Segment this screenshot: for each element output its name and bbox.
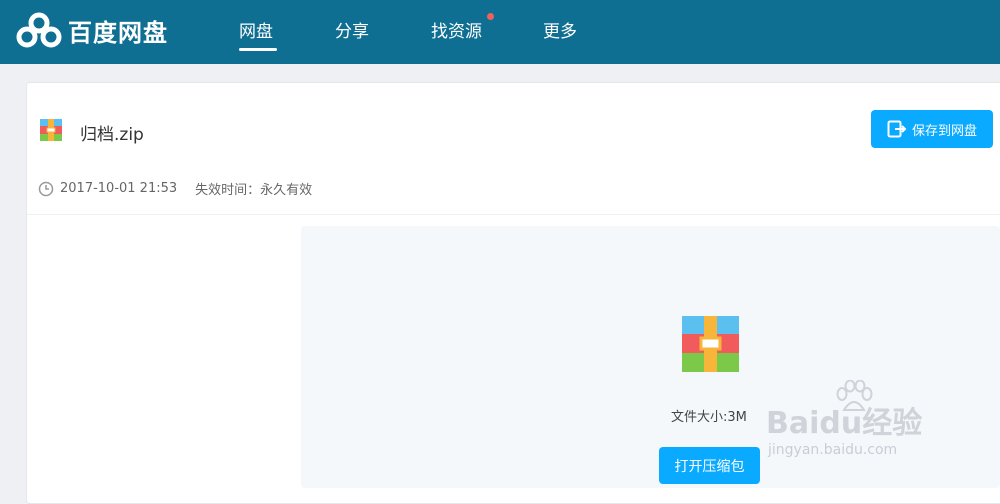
- logo-text: 百度网盘: [68, 18, 168, 47]
- nav-item-find-resources[interactable]: 找资源: [431, 17, 482, 42]
- file-name: 归档.zip: [80, 125, 144, 145]
- file-size: 文件大小:3M: [671, 410, 747, 425]
- share-date: 2017-10-01 21:53: [60, 181, 178, 196]
- top-navigation-bar: 百度网盘 网盘 分享 找资源 更多: [0, 0, 1000, 64]
- cloud-logo-icon: [16, 12, 62, 48]
- watermark-url: jingyan.baidu.com: [768, 442, 898, 458]
- baidu-netdisk-logo[interactable]: 百度网盘: [16, 12, 168, 48]
- watermark-main-text: Baidu经验: [766, 406, 923, 441]
- open-archive-button[interactable]: 打开压缩包: [659, 447, 760, 484]
- zip-archive-icon: [40, 119, 62, 141]
- nav-item-more[interactable]: 更多: [543, 17, 577, 42]
- clock-icon: [38, 181, 54, 196]
- nav-item-netdisk[interactable]: 网盘: [239, 17, 273, 42]
- save-button-label: 保存到网盘: [911, 123, 977, 139]
- nav-active-indicator: [239, 48, 277, 51]
- expiry-text: 失效时间：永久有效: [195, 183, 313, 198]
- save-export-icon: [887, 120, 907, 138]
- zip-archive-large-icon: [682, 316, 739, 372]
- open-button-label: 打开压缩包: [674, 458, 745, 475]
- file-meta: 2017-10-01 21:53 失效时间：永久有效: [38, 179, 312, 198]
- baidu-jingyan-watermark: Baidu经验 jingyan.baidu.com: [766, 380, 946, 470]
- nav-item-share[interactable]: 分享: [335, 17, 369, 42]
- save-to-netdisk-button[interactable]: 保存到网盘: [871, 110, 993, 148]
- notification-dot: [487, 13, 494, 20]
- divider: [27, 214, 1000, 215]
